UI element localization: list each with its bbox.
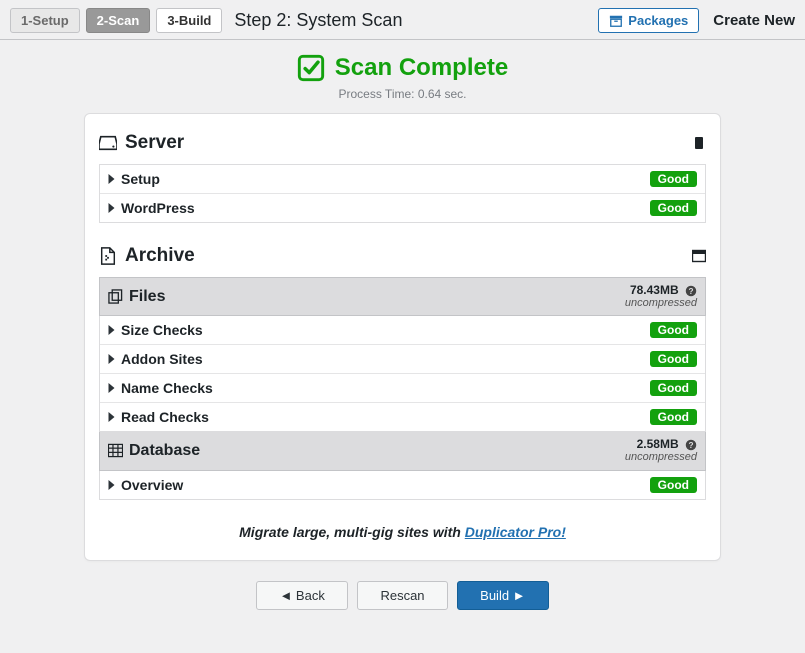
item-label: Name Checks (121, 380, 213, 396)
files-item-addon[interactable]: Addon Sites Good (100, 344, 705, 373)
packages-label: Packages (628, 13, 688, 28)
status-badge: Good (650, 200, 697, 216)
create-new-label[interactable]: Create New (713, 12, 795, 29)
archive-section-header: Archive (99, 245, 706, 267)
step-title: Step 2: System Scan (234, 10, 402, 31)
server-item-setup[interactable]: Setup Good (100, 165, 705, 193)
table-icon (108, 443, 123, 458)
database-size: 2.58MB (637, 437, 679, 451)
step-3-build[interactable]: 3-Build (156, 8, 222, 33)
window-icon (692, 249, 706, 263)
copy-icon (108, 289, 123, 304)
status-badge: Good (650, 409, 697, 425)
status-badge: Good (650, 322, 697, 338)
item-label: Overview (121, 477, 183, 493)
caret-right-icon (108, 480, 115, 490)
caret-right-icon (108, 354, 115, 364)
database-title: Database (129, 442, 200, 460)
caret-right-icon (108, 203, 115, 213)
files-items: Size Checks Good Addon Sites Good Name C… (99, 316, 706, 432)
footer-buttons: ◄ Back Rescan Build ► (0, 581, 805, 610)
caret-right-icon (108, 325, 115, 335)
back-button[interactable]: ◄ Back (256, 581, 347, 610)
files-item-name[interactable]: Name Checks Good (100, 373, 705, 402)
item-label: Setup (121, 171, 160, 187)
files-subheader: Files 78.43MB ? uncompressed (99, 277, 706, 316)
scan-title: Scan Complete (335, 54, 508, 82)
build-button[interactable]: Build ► (457, 581, 548, 610)
svg-text:?: ? (688, 287, 693, 296)
database-subheader: Database 2.58MB ? uncompressed (99, 432, 706, 470)
status-badge: Good (650, 171, 697, 187)
rescan-button[interactable]: Rescan (357, 581, 447, 610)
database-item-overview[interactable]: Overview Good (100, 471, 705, 499)
files-item-read[interactable]: Read Checks Good (100, 402, 705, 431)
step-1-setup[interactable]: 1-Setup (10, 8, 80, 33)
database-items: Overview Good (99, 471, 706, 500)
caret-right-icon (108, 412, 115, 422)
archive-icon (609, 14, 623, 28)
server-section-header: Server (99, 132, 706, 154)
caret-right-icon (108, 383, 115, 393)
scan-status: Scan Complete Process Time: 0.64 sec. (0, 54, 805, 101)
file-archive-icon (99, 247, 117, 265)
item-label: Read Checks (121, 409, 209, 425)
status-badge: Good (650, 380, 697, 396)
promo-text: Migrate large, multi-gig sites with Dupl… (99, 524, 706, 540)
server-item-wordpress[interactable]: WordPress Good (100, 193, 705, 222)
caret-right-icon (108, 174, 115, 184)
check-square-icon (297, 54, 325, 82)
status-badge: Good (650, 351, 697, 367)
files-size: 78.43MB (630, 283, 679, 297)
item-label: WordPress (121, 200, 195, 216)
hdd-icon (99, 134, 117, 152)
help-icon[interactable]: ? (685, 439, 697, 451)
archive-title: Archive (125, 245, 195, 267)
server-status-icon (692, 136, 706, 150)
files-item-size[interactable]: Size Checks Good (100, 316, 705, 344)
server-items: Setup Good WordPress Good (99, 164, 706, 223)
scan-subtitle: Process Time: 0.64 sec. (0, 87, 805, 101)
svg-text:?: ? (688, 441, 693, 450)
files-title: Files (129, 288, 165, 306)
top-bar: 1-Setup 2-Scan 3-Build Step 2: System Sc… (0, 0, 805, 40)
files-compression: uncompressed (625, 297, 697, 309)
help-icon[interactable]: ? (685, 285, 697, 297)
duplicator-pro-link[interactable]: Duplicator Pro! (465, 524, 566, 540)
item-label: Addon Sites (121, 351, 203, 367)
results-panel: Server Setup Good WordPress Good Archive… (84, 113, 721, 561)
database-compression: uncompressed (625, 451, 697, 463)
item-label: Size Checks (121, 322, 203, 338)
step-2-scan[interactable]: 2-Scan (86, 8, 151, 33)
packages-button[interactable]: Packages (598, 8, 699, 33)
server-title: Server (125, 132, 184, 154)
status-badge: Good (650, 477, 697, 493)
